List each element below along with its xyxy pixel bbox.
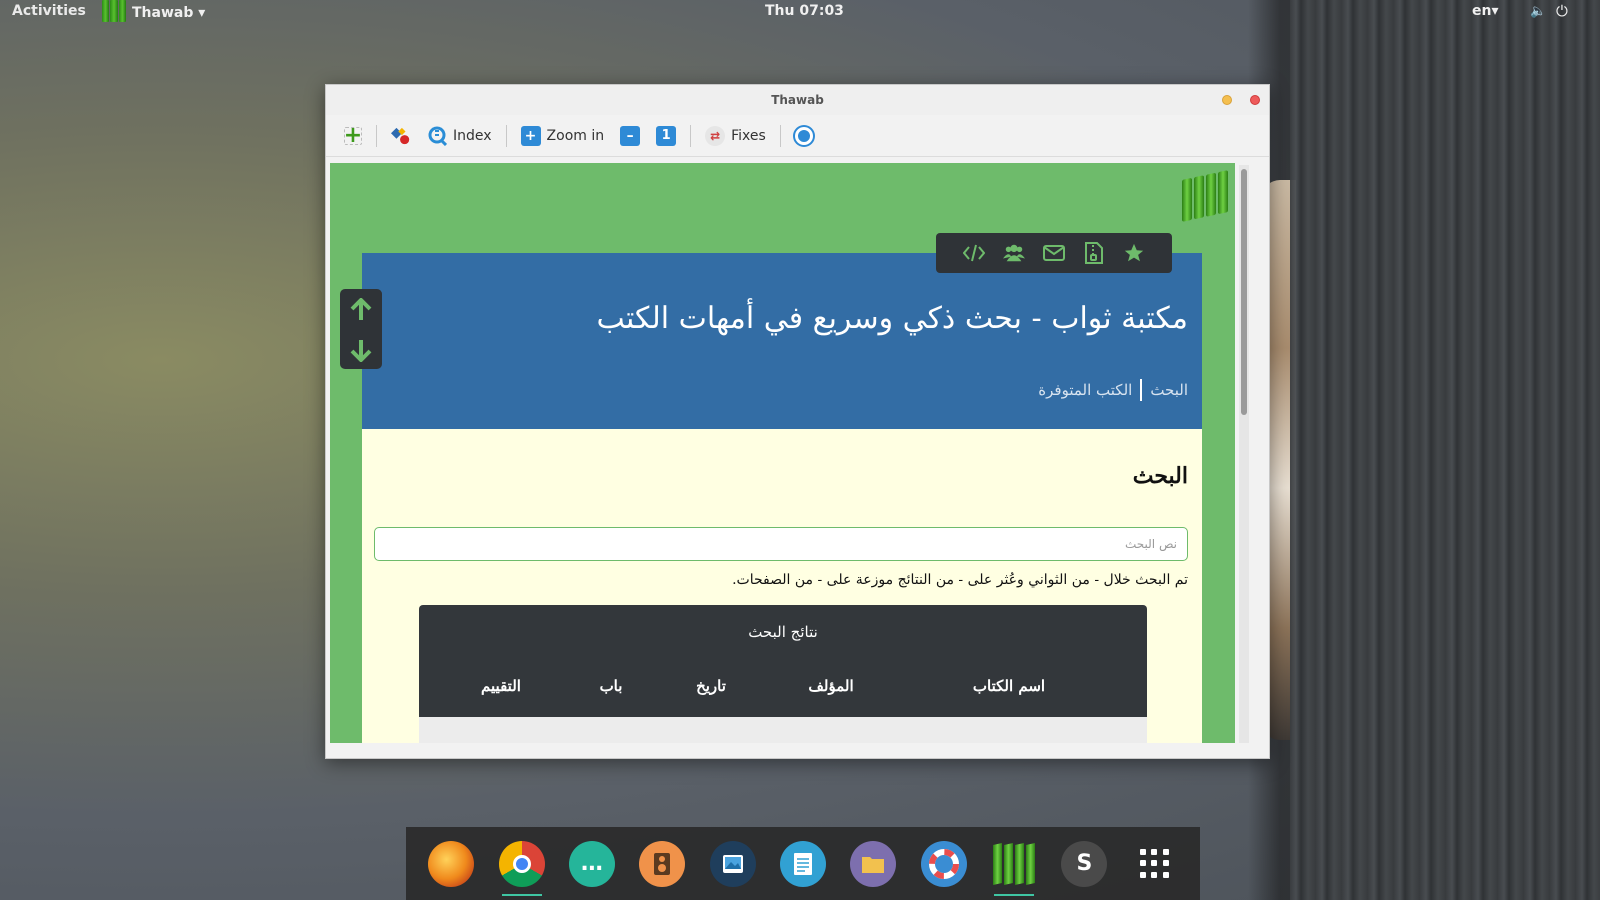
zoom-reset-icon: 1 (656, 125, 677, 146)
toolbar-separator (690, 124, 692, 147)
nav-books-link[interactable]: الكتب المتوفرة (1038, 381, 1132, 399)
import-button[interactable] (385, 121, 417, 151)
results-header-row: اسم الكتاب المؤلف تاريخ باب التقييم (419, 677, 1147, 695)
activities-button[interactable]: Activities (12, 3, 86, 19)
dock-sublime[interactable]: S (1060, 840, 1108, 888)
hero-header: مكتبة ثواب - بحث ذكي وسريع في أمهات الكت… (362, 253, 1202, 429)
thawab-logo (1182, 170, 1228, 222)
page-title: مكتبة ثواب - بحث ذكي وسريع في أمهات الكت… (596, 301, 1188, 336)
results-caption: نتائج البحث (748, 623, 818, 641)
fixes-button[interactable]: ⇄ Fixes (699, 121, 772, 151)
lifebuoy-icon (920, 840, 967, 887)
toolbar-separator (505, 124, 507, 147)
dock-app-grid[interactable] (1131, 840, 1179, 888)
dock-thawab[interactable] (990, 840, 1038, 896)
app-menu-label: Thawab ▾ (132, 4, 206, 21)
dock-documents[interactable] (779, 840, 827, 888)
arrow-down-icon[interactable] (340, 331, 382, 369)
running-indicator (501, 893, 542, 896)
index-label: Index (453, 127, 492, 144)
window-title: Thawab (771, 93, 824, 107)
language-selector[interactable]: en▾ (1472, 3, 1499, 19)
chat-icon: … (568, 840, 615, 887)
zoom-out-button[interactable]: – (614, 121, 646, 151)
scroll-arrows (340, 289, 382, 369)
scrollbar-thumb[interactable] (1241, 169, 1247, 415)
new-icon: + (343, 122, 363, 148)
fixes-icon: ⇄ (705, 125, 726, 146)
arrow-up-icon[interactable] (340, 291, 382, 329)
zoom-out-icon: – (620, 125, 641, 146)
app-menu[interactable]: Thawab ▾ (102, 0, 206, 22)
nav-search-link[interactable]: البحث (1150, 381, 1188, 399)
users-icon[interactable] (1003, 242, 1025, 264)
dock-files[interactable] (849, 840, 897, 888)
search-input[interactable] (374, 527, 1188, 561)
dock-firefox[interactable] (427, 840, 475, 888)
close-button[interactable] (1250, 95, 1260, 105)
volume-icon[interactable]: 🔈 (1530, 4, 1546, 19)
dock-music[interactable] (638, 840, 686, 888)
zoom-reset-button[interactable]: 1 (650, 121, 682, 151)
hero-nav: البحث الكتب المتوفرة (1038, 379, 1188, 401)
help-button[interactable] (789, 121, 819, 151)
app-grid-icon (1139, 848, 1170, 879)
zoom-in-label: Zoom in (546, 127, 605, 144)
col-rating[interactable]: التقييم (451, 677, 551, 695)
folder-icon (850, 840, 897, 887)
results-table: نتائج البحث اسم الكتاب المؤلف تاريخ باب … (419, 605, 1147, 743)
minimize-button[interactable] (1222, 95, 1232, 105)
dock-help[interactable] (920, 840, 968, 888)
dock-photos[interactable] (709, 840, 757, 888)
zoom-in-button[interactable]: + Zoom in (515, 121, 611, 151)
share-bar (936, 233, 1172, 273)
thawab-app-icon (102, 0, 126, 22)
file-zip-icon[interactable] (1083, 242, 1105, 264)
window-titlebar[interactable]: Thawab (326, 85, 1269, 115)
star-icon[interactable] (1123, 242, 1145, 264)
new-button[interactable]: + (338, 121, 368, 151)
section-heading: البحث (1132, 463, 1188, 489)
toolbar-separator (376, 124, 377, 147)
top-bar: Activities Thawab ▾ Thu 07:03 en▾ 🔈 ⏻ (0, 0, 1600, 24)
running-indicator (994, 893, 1035, 896)
photos-icon (709, 840, 756, 887)
vertical-scrollbar[interactable] (1239, 165, 1249, 743)
col-chapter[interactable]: باب (551, 677, 671, 695)
dock: … S (406, 827, 1200, 900)
index-icon (427, 126, 447, 146)
toolbar-separator (779, 124, 781, 147)
document-icon (779, 840, 826, 887)
dock-chrome[interactable] (498, 840, 546, 896)
toolbar: + Index + Zoom in – 1 ⇄ Fixes (326, 115, 1269, 157)
sublime-icon: S (1061, 840, 1108, 887)
col-author[interactable]: المؤلف (751, 677, 911, 695)
results-body (419, 717, 1147, 743)
fixes-label: Fixes (731, 127, 766, 144)
background-wood (1290, 0, 1600, 900)
web-content: مكتبة ثواب - بحث ذكي وسريع في أمهات الكت… (330, 163, 1235, 743)
firefox-icon (428, 840, 475, 887)
dock-chat[interactable]: … (568, 840, 616, 888)
zoom-in-icon: + (520, 125, 541, 146)
search-summary: تم البحث خلال - من الثواني وعُثر على - م… (732, 572, 1188, 588)
nav-separator (1140, 379, 1143, 401)
col-book-name[interactable]: اسم الكتاب (911, 677, 1107, 695)
speaker-icon (639, 840, 686, 887)
thawab-window: Thawab + Index + Zoom in – 1 ⇄ Fixes مكت… (325, 84, 1270, 759)
search-panel: البحث تم البحث خلال - من الثواني وعُثر ع… (362, 429, 1202, 743)
envelope-icon[interactable] (1043, 242, 1065, 264)
import-icon (391, 126, 411, 146)
index-button[interactable]: Index (421, 121, 498, 151)
power-icon[interactable]: ⏻ (1556, 2, 1568, 20)
code-icon[interactable] (963, 242, 985, 264)
chrome-icon (498, 840, 545, 887)
lifebuoy-icon (794, 126, 813, 145)
clock[interactable]: Thu 07:03 (765, 3, 844, 19)
thawab-icon (991, 841, 1037, 887)
col-date[interactable]: تاريخ (671, 677, 751, 695)
